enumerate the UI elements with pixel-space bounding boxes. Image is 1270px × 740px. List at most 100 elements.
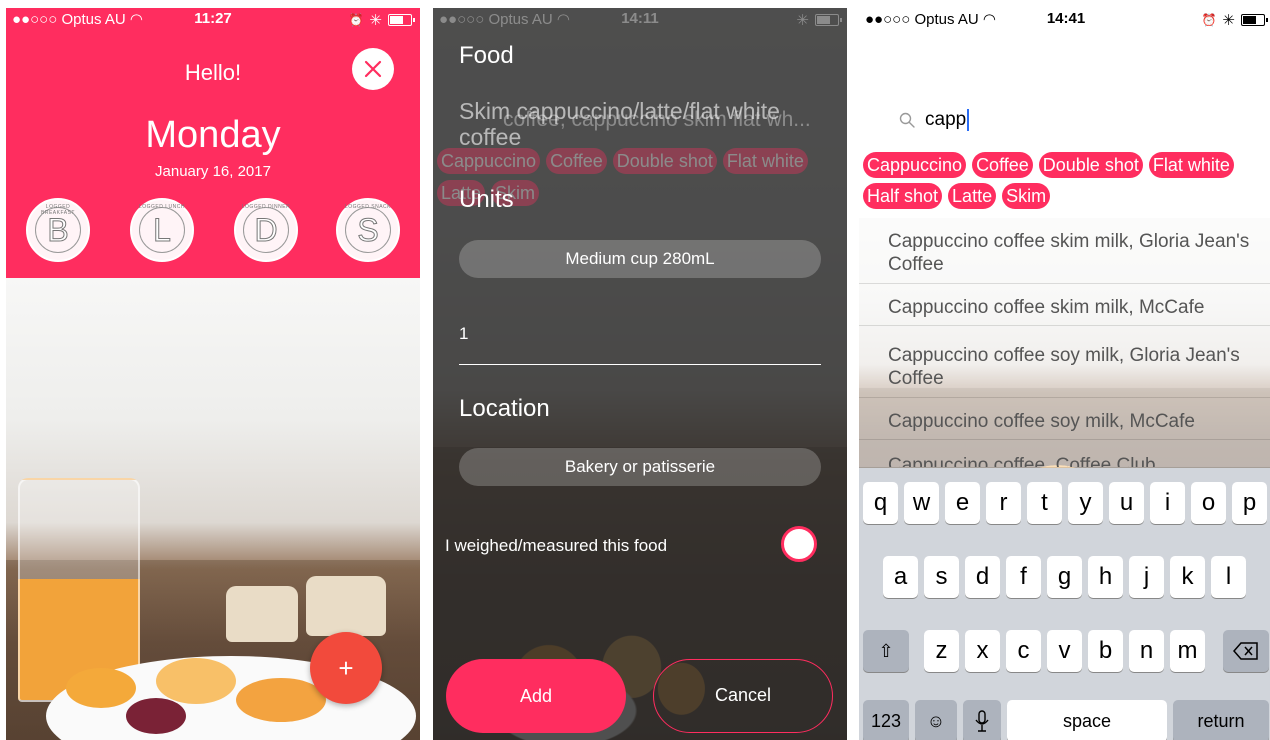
- add-button[interactable]: Add: [446, 659, 626, 733]
- shift-icon: ⇧: [878, 640, 894, 661]
- clock: 14:11: [621, 10, 659, 27]
- snack-badge[interactable]: LOGGED SNACK S: [336, 198, 400, 262]
- key-y[interactable]: y: [1068, 482, 1103, 524]
- alarm-icon: ⏰: [348, 13, 364, 27]
- chip-half-shot[interactable]: Half shot: [863, 183, 943, 209]
- key-q[interactable]: q: [863, 482, 898, 524]
- day-view-screen: ●●○○○ Optus AU ◠ 11:27 ⏰ ✳ Hello! Monday …: [6, 8, 420, 740]
- alarm-icon: ⏰: [1201, 13, 1217, 27]
- backspace-key[interactable]: [1223, 630, 1269, 672]
- close-button[interactable]: [352, 48, 394, 90]
- text-cursor: [967, 109, 970, 132]
- key-i[interactable]: i: [1150, 482, 1185, 524]
- key-a[interactable]: a: [883, 556, 918, 598]
- key-g[interactable]: g: [1047, 556, 1082, 598]
- food-value[interactable]: Skim cappuccino/latte/flat white coffee: [459, 98, 819, 150]
- add-entry-button[interactable]: +: [310, 632, 382, 704]
- backspace-icon: [1233, 642, 1258, 660]
- keyboard: q w e r t y u i o p a s d f g h j k l ⇧ …: [859, 468, 1270, 740]
- unit-select[interactable]: Medium cup 280mL: [459, 240, 821, 278]
- filter-chip-list: Cappuccino Coffee Double shot Flat white…: [863, 152, 1270, 209]
- key-c[interactable]: c: [1006, 630, 1041, 672]
- food-search-screen: ●●○○○ Optus AU ◠ 14:41 ⏰ ✳ capp Cappuccin…: [859, 8, 1270, 740]
- badge-caption: LOGGED SNACK: [344, 204, 391, 210]
- key-h[interactable]: h: [1088, 556, 1123, 598]
- key-z[interactable]: z: [924, 630, 959, 672]
- food-label: Food: [459, 42, 514, 69]
- key-f[interactable]: f: [1006, 556, 1041, 598]
- chip-latte[interactable]: Latte: [948, 183, 997, 209]
- badge-letter: D: [254, 211, 278, 248]
- list-item[interactable]: Cappuccino coffee skim milk, Gloria Jean…: [859, 230, 1270, 284]
- list-item[interactable]: Cappuccino coffee, Coffee Club: [859, 454, 1270, 468]
- key-u[interactable]: u: [1109, 482, 1144, 524]
- lunch-badge[interactable]: LOGGED LUNCH L: [130, 198, 194, 262]
- status-bar: ●●○○○ Optus AU ◠ 11:27 ⏰ ✳: [6, 8, 420, 30]
- badge-letter: S: [357, 211, 379, 248]
- key-x[interactable]: x: [965, 630, 1000, 672]
- numbers-key[interactable]: 123: [863, 700, 909, 740]
- chip: Double shot: [612, 148, 717, 174]
- fruit-image: [236, 678, 326, 722]
- quantity-input[interactable]: 1: [459, 324, 821, 344]
- chip-cappuccino[interactable]: Cappuccino: [863, 152, 967, 178]
- day-title: Monday: [145, 114, 281, 156]
- return-key[interactable]: return: [1173, 700, 1269, 740]
- units-label: Units: [459, 186, 514, 213]
- status-bar: ●●○○○ Optus AU ◠ 14:11 ✳: [433, 8, 847, 30]
- key-t[interactable]: t: [1027, 482, 1062, 524]
- key-s[interactable]: s: [924, 556, 959, 598]
- battery-icon: [1241, 14, 1268, 26]
- weighed-label: I weighed/measured this food: [445, 536, 668, 555]
- key-k[interactable]: k: [1170, 556, 1205, 598]
- badge-caption: LOGGED BREAKFAST: [41, 204, 75, 216]
- search-icon: [899, 112, 915, 128]
- key-w[interactable]: w: [904, 482, 939, 524]
- key-e[interactable]: e: [945, 482, 980, 524]
- plus-icon: +: [338, 652, 354, 683]
- key-d[interactable]: d: [965, 556, 1000, 598]
- date-label: January 16, 2017: [155, 163, 271, 180]
- fruit-image: [66, 668, 136, 708]
- chip-double-shot[interactable]: Double shot: [1038, 152, 1143, 178]
- chip-flat-white[interactable]: Flat white: [1148, 152, 1234, 178]
- key-v[interactable]: v: [1047, 630, 1082, 672]
- list-item[interactable]: Cappuccino coffee soy milk, Gloria Jean'…: [859, 344, 1270, 398]
- microphone-icon: [975, 710, 989, 732]
- key-n[interactable]: n: [1129, 630, 1164, 672]
- location-select[interactable]: Bakery or patisserie: [459, 448, 821, 486]
- weighed-toggle[interactable]: [781, 526, 817, 562]
- key-o[interactable]: o: [1191, 482, 1226, 524]
- cancel-button[interactable]: Cancel: [653, 659, 833, 733]
- chip: Flat white: [722, 148, 808, 174]
- list-item[interactable]: Cappuccino coffee skim milk, McCafe: [859, 296, 1270, 326]
- dictation-key[interactable]: [963, 700, 1001, 740]
- key-j[interactable]: j: [1129, 556, 1164, 598]
- battery-icon: [388, 14, 415, 26]
- emoji-key[interactable]: ☺: [915, 700, 957, 740]
- chip: Cappuccino: [437, 148, 541, 174]
- chip-coffee[interactable]: Coffee: [972, 152, 1033, 178]
- key-l[interactable]: l: [1211, 556, 1246, 598]
- dinner-badge[interactable]: LOGGED DINNER D: [234, 198, 298, 262]
- search-input[interactable]: capp: [925, 109, 966, 130]
- breakfast-badge[interactable]: LOGGED BREAKFAST B: [26, 198, 90, 262]
- search-field[interactable]: capp: [899, 106, 1239, 134]
- chip: Coffee: [546, 148, 607, 174]
- chip-skim[interactable]: Skim: [1002, 183, 1051, 209]
- key-b[interactable]: b: [1088, 630, 1123, 672]
- location-label: Location: [459, 395, 550, 422]
- key-m[interactable]: m: [1170, 630, 1205, 672]
- space-key[interactable]: space: [1007, 700, 1167, 740]
- battery-icon: [815, 14, 842, 26]
- close-icon: [364, 60, 382, 78]
- key-r[interactable]: r: [986, 482, 1021, 524]
- shift-key[interactable]: ⇧: [863, 630, 909, 672]
- cupcake-image: [226, 586, 298, 642]
- badge-letter: B: [47, 211, 69, 248]
- list-item[interactable]: Cappuccino coffee soy milk, McCafe: [859, 410, 1270, 440]
- bluetooth-icon: ✳: [369, 12, 382, 29]
- emoji-icon: ☺: [926, 710, 946, 731]
- badge-caption: LOGGED DINNER: [241, 204, 291, 210]
- key-p[interactable]: p: [1232, 482, 1267, 524]
